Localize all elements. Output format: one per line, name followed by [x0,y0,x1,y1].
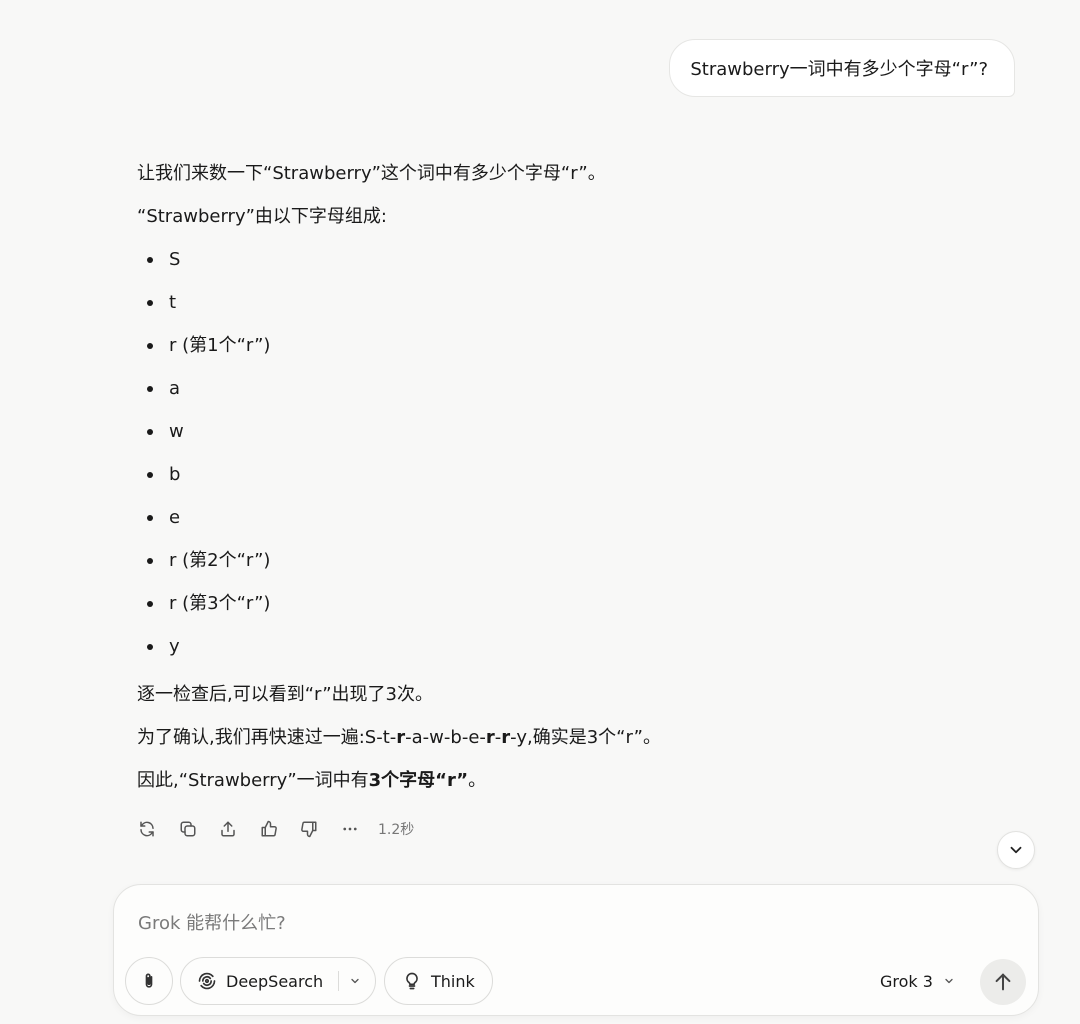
scroll-to-bottom-button[interactable] [997,831,1035,869]
regenerate-icon [140,821,154,837]
confirm-r-first: r [396,727,406,748]
conclusion-prefix: 因此,“Strawberry”一词中有 [137,770,369,791]
user-message-text: Strawberry一词中有多少个字母“r”? [690,59,988,80]
share-icon [221,821,235,837]
think-label: Think [431,971,475,991]
model-selector[interactable]: Grok 3 [880,969,955,993]
conclusion-paragraph: 因此,“Strawberry”一词中有3个字母“r”。 [137,769,486,793]
share-button[interactable] [214,815,242,843]
response-time: 1.2秒 [378,822,415,838]
list-item: r (第1个“r”) [137,334,270,377]
check-paragraph: 逐一检查后,可以看到“r”出现了3次。 [137,684,433,705]
composer: DeepSearch Think Grok 3 [113,884,1039,1016]
message-actions: 1.2秒 [133,815,414,843]
thumbs-up-icon [261,820,277,837]
thumbs-down-button[interactable] [295,815,323,843]
list-item: S [137,248,270,291]
letters-list: S t r (第1个“r”) a w b e r (第2个“r”) r (第3个… [137,248,270,678]
send-button[interactable] [980,959,1026,1005]
paperclip-icon [145,973,153,988]
thumbs-down-icon [301,821,317,838]
prompt-input[interactable] [136,907,1000,939]
model-label: Grok 3 [880,971,933,991]
more-button[interactable] [336,815,364,843]
confirm-paragraph: 为了确认,我们再快速过一遍:S-t-r-a-w-b-e-r-r-y,确实是3个“… [137,726,661,750]
chevron-down-icon [945,978,953,984]
deepsearch-button[interactable]: DeepSearch [180,957,376,1005]
list-item: w [137,420,270,463]
list-item: r (第2个“r”) [137,549,270,592]
list-item: r (第3个“r”) [137,592,270,635]
confirm-r-second: r [485,727,495,748]
deepsearch-icon [198,972,216,990]
user-message-bubble: Strawberry一词中有多少个字母“r”? [669,39,1015,97]
chat-page: Strawberry一词中有多少个字母“r”? 让我们来数一下“Strawber… [0,0,1080,1024]
conclusion-suffix: 。 [468,770,487,791]
list-item: t [137,291,270,334]
intro-paragraph: 让我们来数一下“Strawberry”这个词中有多少个字母“r”。 [137,163,606,184]
list-item: b [137,463,270,506]
confirm-suffix: -y,确实是3个“r”。 [510,727,661,748]
deepsearch-divider [338,971,340,991]
list-item: a [137,377,270,420]
list-item: y [137,635,270,678]
think-button[interactable]: Think [384,957,493,1005]
regenerate-button[interactable] [133,815,161,843]
deepsearch-options-button[interactable] [349,975,361,987]
copy-button[interactable] [174,815,202,843]
list-item: e [137,506,270,549]
lightbulb-icon [406,972,418,990]
conclusion-answer: 3个字母“r” [368,770,469,791]
deepsearch-label: DeepSearch [226,971,324,991]
confirm-middle: -a-w-b-e- [405,727,486,748]
chevron-down-icon [351,978,359,984]
thumbs-up-button[interactable] [255,815,283,843]
composition-label: “Strawberry”由以下字母组成: [137,206,387,227]
chevron-down-icon [1010,846,1022,854]
confirm-prefix: 为了确认,我们再快速过一遍:S-t- [137,727,397,748]
confirm-r-third: r [501,727,511,748]
copy-icon [180,821,195,837]
attach-button[interactable] [125,957,173,1005]
more-icon [342,827,357,831]
arrow-up-icon [995,973,1011,991]
